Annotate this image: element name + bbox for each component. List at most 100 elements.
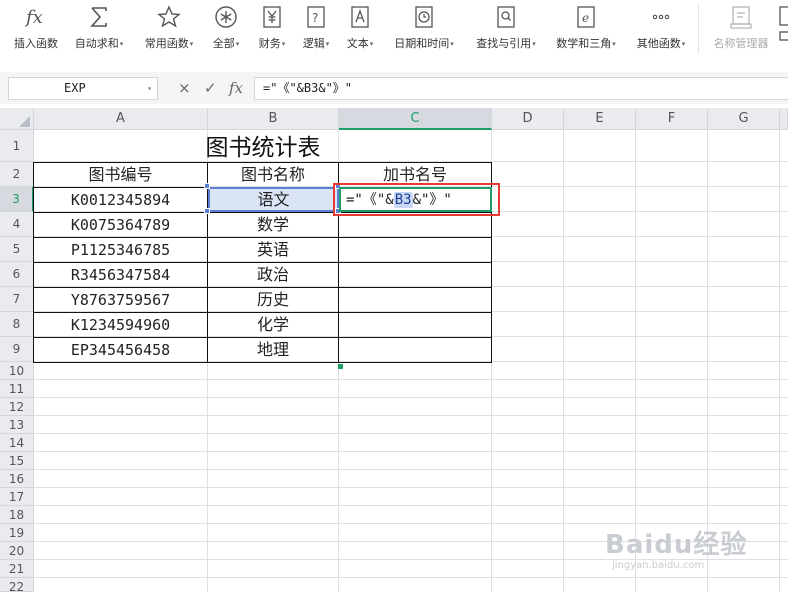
cancel-icon[interactable]: ×	[178, 79, 191, 97]
row-header-4[interactable]: 4	[0, 212, 34, 237]
date-time-label: 日期和时间	[394, 37, 450, 50]
row-header-20[interactable]: 20	[0, 542, 34, 560]
table-title[interactable]: 图书统计表	[34, 134, 492, 162]
cell-b4[interactable]: 数学	[208, 213, 338, 237]
cell-a4[interactable]: K0075364789	[34, 213, 207, 237]
text-functions-label: 文本	[346, 37, 369, 50]
row-header-10[interactable]: 10	[0, 362, 34, 380]
row-header-19[interactable]: 19	[0, 524, 34, 542]
formula-input[interactable]: ="《"&B3&"》"	[254, 77, 788, 100]
row-header-13[interactable]: 13	[0, 416, 34, 434]
insert-function-fx-icon[interactable]: fx	[229, 79, 243, 97]
formula-bar: EXP ▾ × ✓ fx ="《"&B3&"》"	[0, 72, 788, 104]
other-functions-button[interactable]: 其他函数▾	[628, 2, 694, 58]
gridline	[34, 577, 788, 578]
text-functions-button[interactable]: 文本▾	[340, 2, 380, 58]
gridline	[34, 469, 788, 470]
math-trig-label: 数学和三角	[556, 37, 612, 50]
column-header-f[interactable]: F	[636, 108, 708, 130]
header-book-id[interactable]: 图书编号	[34, 163, 207, 187]
autosum-button[interactable]: 自动求和▾	[68, 2, 130, 58]
name-box-value: EXP	[64, 81, 86, 95]
cell-b8[interactable]: 化学	[208, 313, 338, 337]
row-header-5[interactable]: 5	[0, 237, 34, 262]
lookup-reference-button[interactable]: 查找与引用▾	[468, 2, 544, 58]
cell-b9[interactable]: 地理	[208, 338, 338, 362]
fill-handle[interactable]	[338, 364, 343, 369]
cell-a5[interactable]: P1125346785	[34, 238, 207, 262]
gridline	[34, 451, 788, 452]
ribbon-separator	[698, 4, 699, 54]
autosum-label: 自动求和	[74, 37, 119, 50]
row-header-17[interactable]: 17	[0, 488, 34, 506]
cell-b5[interactable]: 英语	[208, 238, 338, 262]
name-manager-icon	[728, 4, 754, 30]
common-functions-button[interactable]: 常用函数▾	[136, 2, 202, 58]
row-header-7[interactable]: 7	[0, 287, 34, 312]
spreadsheet-grid: A B C D E F G 1 2 3 4 5 6 7 8 9 10 11 12…	[0, 108, 788, 592]
asterisk-circle-icon	[213, 4, 239, 30]
column-header-c[interactable]: C	[339, 108, 492, 130]
row-header-6[interactable]: 6	[0, 262, 34, 287]
row-header-18[interactable]: 18	[0, 506, 34, 524]
svg-text:e: e	[582, 11, 589, 25]
formula-ribbon: fx 插入函数 自动求和▾ 常用函数▾ 全部▾ 财务▾ ? 逻辑▾ 文本▾ 日期…	[0, 0, 788, 62]
row-header-12[interactable]: 12	[0, 398, 34, 416]
row-header-3[interactable]: 3	[0, 187, 34, 212]
cell-a6[interactable]: R3456347584	[34, 263, 207, 287]
insert-function-label: 插入函数	[14, 37, 58, 50]
cell-a7[interactable]: Y8763759567	[34, 288, 207, 312]
question-book-icon: ?	[303, 4, 329, 30]
all-functions-button[interactable]: 全部▾	[206, 2, 246, 58]
text-a-book-icon	[347, 4, 373, 30]
other-functions-label: 其他函数	[636, 37, 681, 50]
star-icon	[156, 4, 182, 30]
cell-b7[interactable]: 历史	[208, 288, 338, 312]
gridline	[34, 433, 788, 434]
column-header-h[interactable]	[780, 108, 788, 130]
name-manager-button[interactable]: 名称管理器	[708, 2, 774, 58]
cell-a3[interactable]: K0012345894	[34, 188, 207, 212]
gridline	[34, 415, 788, 416]
row-header-14[interactable]: 14	[0, 434, 34, 452]
column-header-d[interactable]: D	[492, 108, 564, 130]
confirm-icon[interactable]: ✓	[204, 79, 217, 97]
yen-book-icon	[259, 4, 285, 30]
select-all-corner[interactable]	[0, 108, 34, 130]
row-header-1[interactable]: 1	[0, 130, 34, 162]
row-header-8[interactable]: 8	[0, 312, 34, 337]
row-header-22[interactable]: 22	[0, 578, 34, 592]
date-time-button[interactable]: 日期和时间▾	[386, 2, 462, 58]
row-header-21[interactable]: 21	[0, 560, 34, 578]
sigma-icon	[86, 4, 112, 30]
gridline	[34, 505, 788, 506]
row-header-11[interactable]: 11	[0, 380, 34, 398]
row-header-16[interactable]: 16	[0, 470, 34, 488]
cell-a9[interactable]: EP345456458	[34, 338, 207, 362]
overflow-ribbon-icon[interactable]	[779, 2, 788, 58]
more-dots-icon	[648, 4, 674, 30]
header-book-name[interactable]: 图书名称	[208, 163, 338, 187]
name-box[interactable]: EXP ▾	[8, 77, 158, 100]
svg-text:fx: fx	[24, 7, 43, 28]
chevron-down-icon[interactable]: ▾	[147, 78, 152, 99]
column-header-g[interactable]: G	[708, 108, 780, 130]
theta-book-icon: e	[573, 4, 599, 30]
row-header-2[interactable]: 2	[0, 162, 34, 187]
gridline	[34, 397, 788, 398]
column-header-b[interactable]: B	[208, 108, 339, 130]
column-header-e[interactable]: E	[564, 108, 636, 130]
lookup-reference-label: 查找与引用	[476, 37, 532, 50]
row-header-15[interactable]: 15	[0, 452, 34, 470]
annotation-highlight-box	[333, 183, 500, 216]
cell-b3[interactable]: 语文	[210, 189, 337, 211]
math-trig-button[interactable]: e 数学和三角▾	[548, 2, 624, 58]
financial-button[interactable]: 财务▾	[252, 2, 292, 58]
cell-a8[interactable]: K1234594960	[34, 313, 207, 337]
column-header-a[interactable]: A	[34, 108, 208, 130]
insert-function-button[interactable]: fx 插入函数	[8, 2, 64, 58]
row-header-9[interactable]: 9	[0, 337, 34, 362]
gridline	[34, 487, 788, 488]
logical-button[interactable]: ? 逻辑▾	[296, 2, 336, 58]
cell-b6[interactable]: 政治	[208, 263, 338, 287]
